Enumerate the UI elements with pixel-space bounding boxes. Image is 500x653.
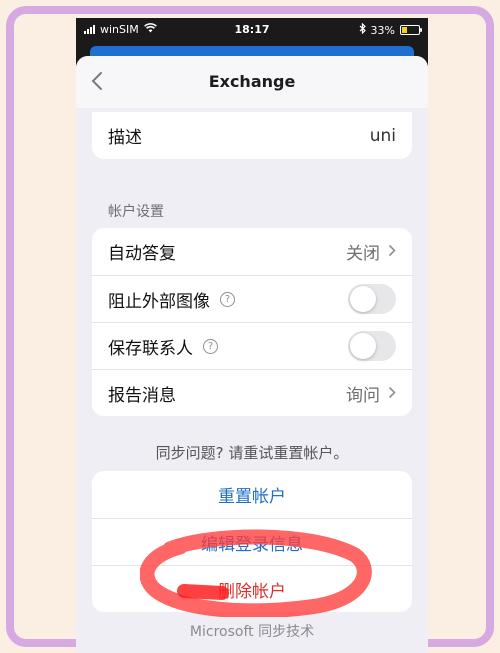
page-title: Exchange [208, 72, 296, 91]
reset-account-button[interactable]: 重置帐户 [92, 471, 412, 518]
battery-icon [400, 25, 422, 35]
block-images-toggle[interactable] [348, 284, 396, 314]
auto-reply-row[interactable]: 自动答复 关闭 [92, 228, 412, 275]
description-value: uni [369, 125, 396, 146]
sync-problem-note: 同步问题? 请重试重置帐户。 [155, 444, 349, 462]
chevron-right-icon [388, 384, 396, 403]
description-label: 描述 [108, 128, 142, 148]
report-message-row[interactable]: 报告消息 询问 [92, 369, 412, 416]
nav-bar: Exchange [76, 56, 428, 108]
status-right: 33% [359, 22, 422, 37]
chevron-right-icon [388, 242, 396, 261]
battery-percent: 33% [370, 23, 395, 37]
edit-login-button[interactable]: 编辑登录信息 [92, 518, 412, 565]
description-row[interactable]: 描述 uni [92, 112, 412, 159]
settings-sheet: Exchange 描述 uni 帐户设置 自动答复 关闭 阻止外部图像 ? 保存… [76, 56, 428, 653]
save-contacts-label: 保存联系人 [108, 338, 193, 359]
account-actions-group: 重置帐户 编辑登录信息 删除帐户 [92, 471, 412, 612]
auto-reply-label: 自动答复 [108, 244, 176, 264]
auto-reply-value: 关闭 [346, 244, 380, 264]
block-images-row: 阻止外部图像 ? [92, 275, 412, 322]
report-message-value: 询问 [346, 385, 380, 406]
phone-screen: winSIM 18:17 33% Exchange 描述 uni 帐户设置 自动… [76, 18, 428, 653]
description-group: 描述 uni [92, 112, 412, 159]
report-message-label: 报告消息 [108, 385, 176, 406]
save-contacts-row: 保存联系人 ? [92, 322, 412, 369]
block-images-label: 阻止外部图像 [108, 291, 210, 312]
status-bar: winSIM 18:17 33% [76, 18, 428, 42]
help-icon[interactable]: ? [203, 338, 218, 354]
account-settings-group: 自动答复 关闭 阻止外部图像 ? 保存联系人 ? 报告消息 询问 [92, 228, 412, 416]
sync-technology-footer: Microsoft 同步技术 [189, 624, 315, 640]
bluetooth-icon [359, 22, 366, 37]
save-contacts-toggle[interactable] [348, 331, 396, 361]
account-settings-header: 帐户设置 [108, 204, 164, 220]
delete-account-button[interactable]: 删除帐户 [92, 565, 412, 612]
help-icon[interactable]: ? [220, 291, 235, 307]
